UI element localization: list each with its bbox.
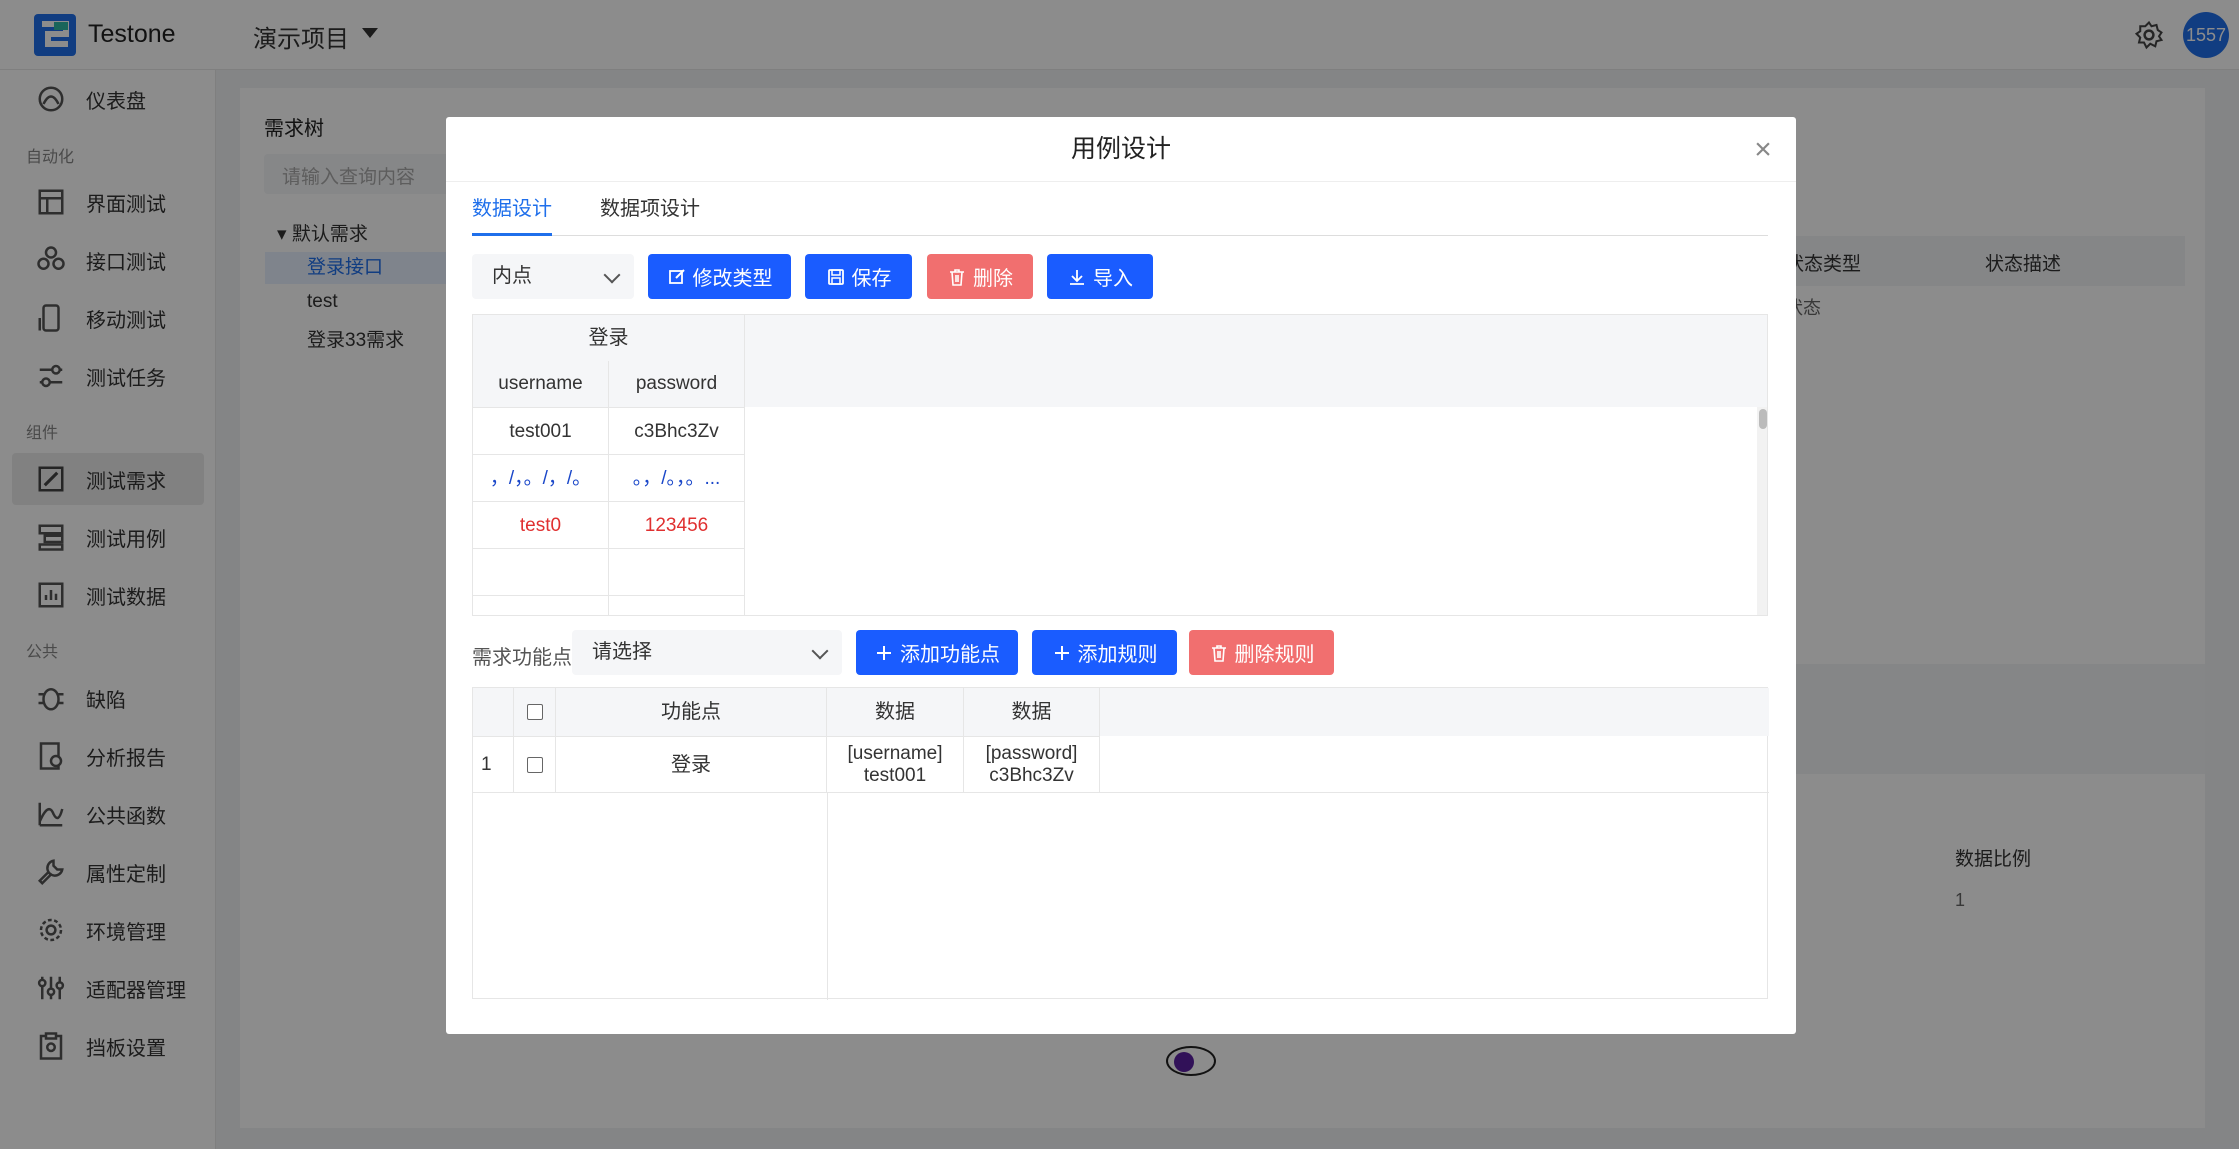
delete-button[interactable]: 删除 [927,254,1033,299]
type-select[interactable]: 内点 [472,254,634,299]
group-header-login: 登录 [473,315,745,361]
row-checkbox[interactable] [514,736,556,792]
save-icon [827,268,844,285]
import-button[interactable]: 导入 [1047,254,1153,299]
checkbox-box [526,704,543,720]
function-point-select[interactable]: 请选择 [572,630,842,675]
chevron-down-icon [811,642,829,660]
add-function-label: 添加功能点 [900,644,1000,666]
table-cell[interactable]: test0 [473,501,609,548]
add-rule-button[interactable]: 添加规则 [1032,630,1177,675]
delete-label: 删除 [973,268,1013,290]
table-cell[interactable]: 。，/。，。... [609,454,745,501]
save-button[interactable]: 保存 [805,254,912,299]
function-point-table: 功能点 数据 数据 1 登录 [username] test001 [passw… [472,687,1769,1000]
table-cell[interactable] [473,595,609,615]
trash-icon [1211,644,1226,662]
table-cell[interactable] [473,548,609,595]
edit-type-button[interactable]: 修改类型 [648,254,791,299]
trash-icon [950,268,964,286]
checkbox-box [526,756,543,773]
delete-rule-label: 删除规则 [1234,644,1315,666]
edit-icon [668,268,685,284]
delete-rule-button[interactable]: 删除规则 [1189,630,1334,675]
col-data-2: 数据 [964,688,1100,736]
plus-icon [877,645,891,660]
plus-icon [1054,645,1069,660]
close-icon[interactable]: × [1748,135,1778,165]
add-function-point-button[interactable]: 添加功能点 [856,630,1018,675]
download-icon [1070,269,1084,285]
function-select-value: 请选择 [592,641,652,663]
table-cell[interactable]: 123456 [609,501,745,548]
edit-type-label: 修改类型 [692,268,773,290]
function-point-label: 需求功能点 [472,647,572,669]
save-label: 保存 [851,268,892,290]
select-all-checkbox[interactable] [514,688,556,736]
column-divider [827,792,828,1000]
type-select-value: 内点 [492,265,532,287]
row-divider [473,792,1769,793]
data-cell[interactable]: [password] c3Bhc3Zv [964,736,1100,792]
col-username: username [473,361,609,407]
tab-data-item-design[interactable]: 数据项设计 [600,183,700,236]
table-cell[interactable]: c3Bhc3Zv [609,407,745,454]
add-rule-label: 添加规则 [1077,644,1158,666]
scrollbar-thumb[interactable] [1759,409,1767,429]
table-cell[interactable] [609,595,745,615]
function-point-cell[interactable]: 登录 [556,736,827,792]
col-data-1: 数据 [827,688,964,736]
data-design-table: 登录 username password test001 c3Bhc3Zv ，/… [472,314,1768,616]
col-index [473,688,514,736]
col-function-point: 功能点 [556,688,827,736]
tab-data-design[interactable]: 数据设计 [472,183,552,236]
chevron-down-icon [603,266,621,284]
case-design-modal: 用例设计 × 数据设计 数据项设计 内点 修改类型 保存 删除 导入 登录 us… [446,117,1796,1034]
modal-title: 用例设计 [446,117,1796,182]
modal-tabs: 数据设计 数据项设计 [472,183,1768,236]
row-index: 1 [473,736,514,792]
table-cell[interactable]: ，/，。/，/。 [473,454,609,501]
vertical-scrollbar[interactable] [1757,407,1767,615]
import-label: 导入 [1093,268,1133,290]
table-cell[interactable]: test001 [473,407,609,454]
col-password: password [609,361,745,407]
data-cell[interactable]: [username] test001 [827,736,964,792]
table-cell[interactable] [609,548,745,595]
